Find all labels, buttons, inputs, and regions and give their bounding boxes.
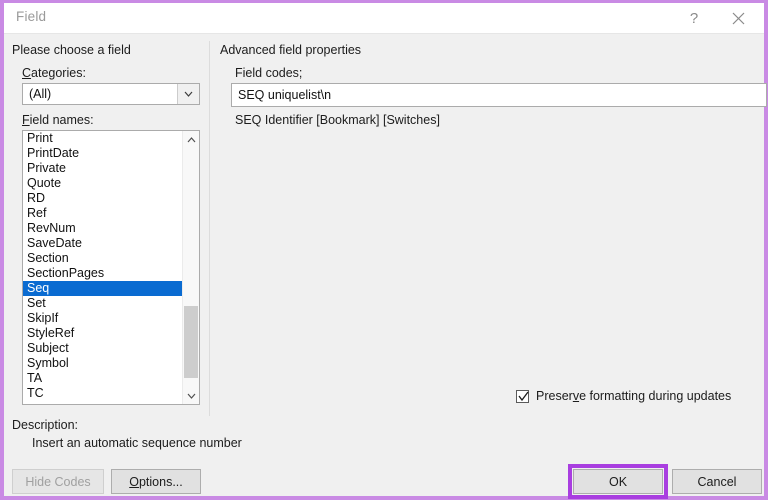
field-name-item[interactable]: Set (23, 296, 183, 311)
field-name-item[interactable]: Subject (23, 341, 183, 356)
field-name-item[interactable]: SkipIf (23, 311, 183, 326)
checkmark-icon (518, 391, 529, 401)
field-name-item[interactable]: RD (23, 191, 183, 206)
categories-label: Categories: (22, 66, 86, 80)
preserve-formatting-accelerator: v (572, 389, 580, 403)
help-button[interactable]: ? (672, 3, 716, 33)
field-name-item[interactable]: Symbol (23, 356, 183, 371)
description-text: Insert an automatic sequence number (32, 436, 242, 450)
dialog-title: Field (16, 9, 47, 24)
close-button[interactable] (716, 3, 760, 33)
field-names-list: Print PrintDate Private Quote RD Ref RevNum Sav… (23, 131, 183, 401)
right-group-label: Advanced field properties (220, 43, 362, 57)
field-codes-syntax-hint: SEQ Identifier [Bookmark] [Switches] (235, 113, 440, 127)
scroll-down-button[interactable] (183, 387, 199, 404)
field-names-label: Field names: (22, 113, 94, 127)
field-name-item[interactable]: Private (23, 161, 183, 176)
preserve-formatting-row[interactable]: Preserve formatting during updates (516, 389, 731, 403)
field-codes-label: Field codes; (235, 66, 303, 80)
hide-codes-button[interactable]: Hide Codes (12, 469, 104, 494)
field-name-item[interactable]: StyleRef (23, 326, 183, 341)
field-name-item[interactable]: RevNum (23, 221, 183, 236)
categories-accelerator: C (22, 66, 32, 80)
field-names-accelerator: F (22, 113, 30, 127)
field-names-listbox[interactable]: Print PrintDate Private Quote RD Ref RevNum Sav… (22, 130, 200, 405)
field-dialog: Field ? Please choose a field Categories… (0, 0, 768, 500)
scrollbar-thumb[interactable] (184, 306, 198, 378)
options-accelerator: O (129, 474, 139, 489)
left-group-label: Please choose a field (12, 43, 131, 57)
title-bar: Field ? (4, 3, 764, 34)
chevron-down-icon (187, 393, 195, 399)
field-name-item[interactable]: PrintDate (23, 146, 183, 161)
categories-combobox[interactable]: (All) (22, 83, 200, 105)
preserve-formatting-label: Preserve formatting during updates (536, 389, 732, 403)
panel-divider (209, 41, 210, 416)
close-icon (732, 12, 744, 24)
scroll-up-button[interactable] (183, 131, 199, 148)
chevron-up-icon (187, 136, 195, 142)
categories-dropdown-button[interactable] (177, 84, 199, 104)
field-names-scrollbar[interactable] (182, 131, 199, 404)
preserve-formatting-checkbox[interactable] (516, 389, 529, 403)
field-name-item[interactable]: TC (23, 386, 183, 401)
categories-selected-value: (All) (29, 87, 52, 101)
options-button[interactable]: Options... (111, 469, 201, 494)
description-label: Description: (12, 418, 78, 432)
field-name-item[interactable]: Quote (23, 176, 183, 191)
field-name-item[interactable]: Print (23, 131, 183, 146)
field-name-item[interactable]: TA (23, 371, 183, 386)
field-name-item[interactable]: SectionPages (23, 266, 183, 281)
ok-button-highlight-box (568, 464, 668, 499)
cancel-button[interactable]: Cancel (672, 469, 762, 494)
field-name-item[interactable]: Ref (23, 206, 183, 221)
field-name-item[interactable]: SaveDate (23, 236, 183, 251)
options-button-label: Options... (129, 474, 183, 489)
field-name-item[interactable]: Section (23, 251, 183, 266)
chevron-down-icon (184, 91, 193, 97)
field-codes-input[interactable] (231, 83, 767, 107)
field-name-item[interactable]: Seq (23, 281, 183, 296)
question-mark-icon: ? (689, 9, 699, 27)
